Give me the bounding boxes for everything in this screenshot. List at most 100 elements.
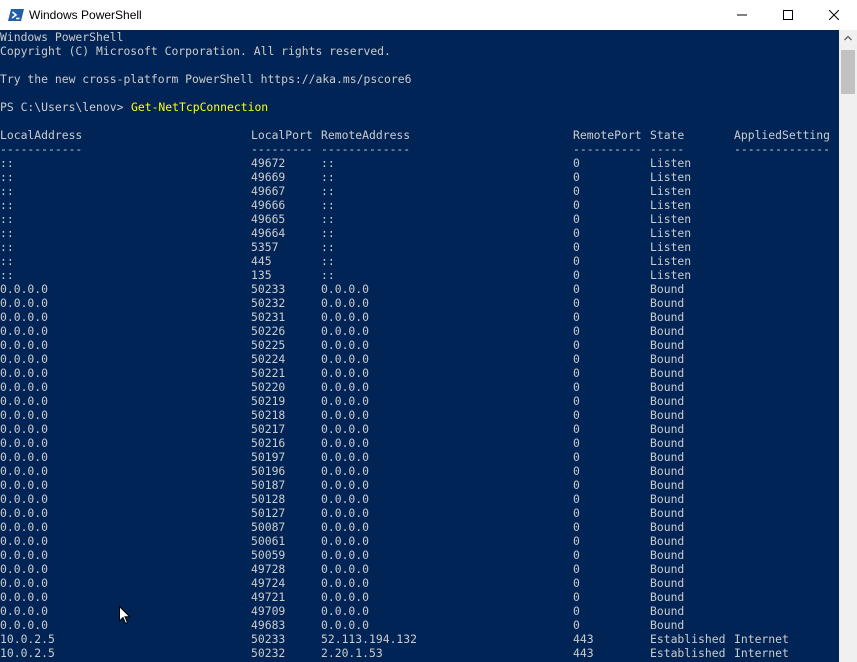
table-row-remote-address: 0.0.0.0 — [321, 464, 370, 478]
maximize-button[interactable] — [765, 0, 811, 30]
table-row-local-address: 0.0.0.0 — [0, 520, 49, 534]
prompt-text: PS C:\Users\lenov> — [0, 100, 131, 114]
table-row-remote-port: 0 — [573, 338, 580, 352]
table-row-remote-address: 0.0.0.0 — [321, 506, 370, 520]
table-row-remote-port: 0 — [573, 590, 580, 604]
table-row-state: Bound — [650, 338, 685, 352]
table-row-local-port: 50233 — [251, 282, 286, 296]
table-row-local-port: 50221 — [251, 366, 286, 380]
table-row-local-port: 50061 — [251, 534, 286, 548]
close-icon — [829, 10, 839, 20]
table-row-local-address: :: — [0, 240, 14, 254]
table-row-local-port: 50128 — [251, 492, 286, 506]
table-row-remote-address: :: — [321, 240, 335, 254]
table-row-local-address: 0.0.0.0 — [0, 296, 49, 310]
table-row-remote-address: 0.0.0.0 — [321, 436, 370, 450]
table-row-remote-port: 0 — [573, 184, 580, 198]
table-row-local-port: 50127 — [251, 506, 286, 520]
table-row-state: Listen — [650, 184, 692, 198]
table-row-local-port: 50225 — [251, 338, 286, 352]
table-row-remote-port: 0 — [573, 212, 580, 226]
table-row-remote-port: 0 — [573, 548, 580, 562]
table-row-remote-address: 0.0.0.0 — [321, 408, 370, 422]
table-row-state: Bound — [650, 534, 685, 548]
table-row-remote-port: 0 — [573, 534, 580, 548]
table-row-local-port: 49669 — [251, 170, 286, 184]
table-row-remote-port: 0 — [573, 156, 580, 170]
table-header-underline-local-port: --------- — [251, 142, 313, 156]
table-row-remote-port: 0 — [573, 604, 580, 618]
table-row-remote-port: 0 — [573, 562, 580, 576]
table-row-local-port: 50187 — [251, 478, 286, 492]
table-row-remote-port: 0 — [573, 324, 580, 338]
table-row-remote-address: 0.0.0.0 — [321, 618, 370, 632]
table-row-local-port: 5357 — [251, 240, 279, 254]
table-row-remote-port: 0 — [573, 310, 580, 324]
table-row-state: Bound — [650, 408, 685, 422]
vertical-scrollbar[interactable] — [839, 30, 857, 662]
table-row-remote-port: 0 — [573, 478, 580, 492]
table-row-local-address: :: — [0, 268, 14, 282]
table-row-local-address: 0.0.0.0 — [0, 352, 49, 366]
table-row-state: Established — [650, 646, 726, 660]
table-row-local-address: 0.0.0.0 — [0, 464, 49, 478]
table-row-remote-port: 0 — [573, 394, 580, 408]
table-row-state: Bound — [650, 352, 685, 366]
table-row-local-address: 0.0.0.0 — [0, 380, 49, 394]
table-row-remote-address: 0.0.0.0 — [321, 548, 370, 562]
banner-line: Try the new cross-platform PowerShell ht… — [0, 72, 412, 86]
table-row-remote-port: 0 — [573, 492, 580, 506]
scrollbar-thumb[interactable] — [841, 50, 855, 94]
table-row-local-port: 50232 — [251, 646, 286, 660]
table-row-local-address: 0.0.0.0 — [0, 618, 49, 632]
table-header-underline-remote-address: ------------- — [321, 142, 411, 156]
table-row-state: Bound — [650, 436, 685, 450]
table-row-remote-address: :: — [321, 198, 335, 212]
table-row-remote-address: 0.0.0.0 — [321, 282, 370, 296]
mouse-pointer-icon — [119, 606, 131, 625]
table-row-remote-address: 0.0.0.0 — [321, 450, 370, 464]
table-row-local-address: 0.0.0.0 — [0, 366, 49, 380]
table-row-state: Bound — [650, 296, 685, 310]
chevron-up-icon[interactable] — [844, 35, 852, 41]
table-header-local-port: LocalPort — [251, 128, 313, 142]
table-row-remote-address: :: — [321, 226, 335, 240]
table-row-remote-port: 0 — [573, 170, 580, 184]
table-row-remote-address: 0.0.0.0 — [321, 576, 370, 590]
table-row-state: Listen — [650, 254, 692, 268]
table-row-remote-address: 0.0.0.0 — [321, 590, 370, 604]
table-row-local-port: 49672 — [251, 156, 286, 170]
table-header-underline-local-address: ------------ — [0, 142, 83, 156]
table-row-state: Bound — [650, 464, 685, 478]
table-row-state: Listen — [650, 240, 692, 254]
table-row-state: Bound — [650, 366, 685, 380]
close-button[interactable] — [811, 0, 857, 30]
table-row-local-address: :: — [0, 254, 14, 268]
table-row-state: Bound — [650, 380, 685, 394]
table-row-remote-port: 0 — [573, 436, 580, 450]
table-row-state: Bound — [650, 576, 685, 590]
title-bar[interactable]: Windows PowerShell — [0, 0, 857, 30]
table-row-remote-port: 443 — [573, 632, 594, 646]
table-row-local-port: 445 — [251, 254, 272, 268]
table-row-remote-address: 0.0.0.0 — [321, 324, 370, 338]
minimize-button[interactable] — [719, 0, 765, 30]
maximize-icon — [783, 10, 793, 20]
table-row-remote-port: 0 — [573, 520, 580, 534]
table-row-local-port: 50224 — [251, 352, 286, 366]
table-row-remote-address: 0.0.0.0 — [321, 296, 370, 310]
table-header-applied-setting: AppliedSetting — [734, 128, 831, 142]
table-row-remote-address: 0.0.0.0 — [321, 604, 370, 618]
table-row-remote-port: 0 — [573, 296, 580, 310]
table-row-remote-address: 0.0.0.0 — [321, 422, 370, 436]
console-output[interactable]: Windows PowerShell Copyright (C) Microso… — [0, 30, 839, 662]
table-row-local-address: :: — [0, 156, 14, 170]
table-header-remote-address: RemoteAddress — [321, 128, 411, 142]
table-row-local-address: 0.0.0.0 — [0, 604, 49, 618]
table-row-state: Listen — [650, 198, 692, 212]
table-row-remote-address: :: — [321, 254, 335, 268]
table-row-local-address: 0.0.0.0 — [0, 548, 49, 562]
table-row-state: Listen — [650, 170, 692, 184]
table-row-remote-port: 0 — [573, 198, 580, 212]
table-row-state: Bound — [650, 618, 685, 632]
